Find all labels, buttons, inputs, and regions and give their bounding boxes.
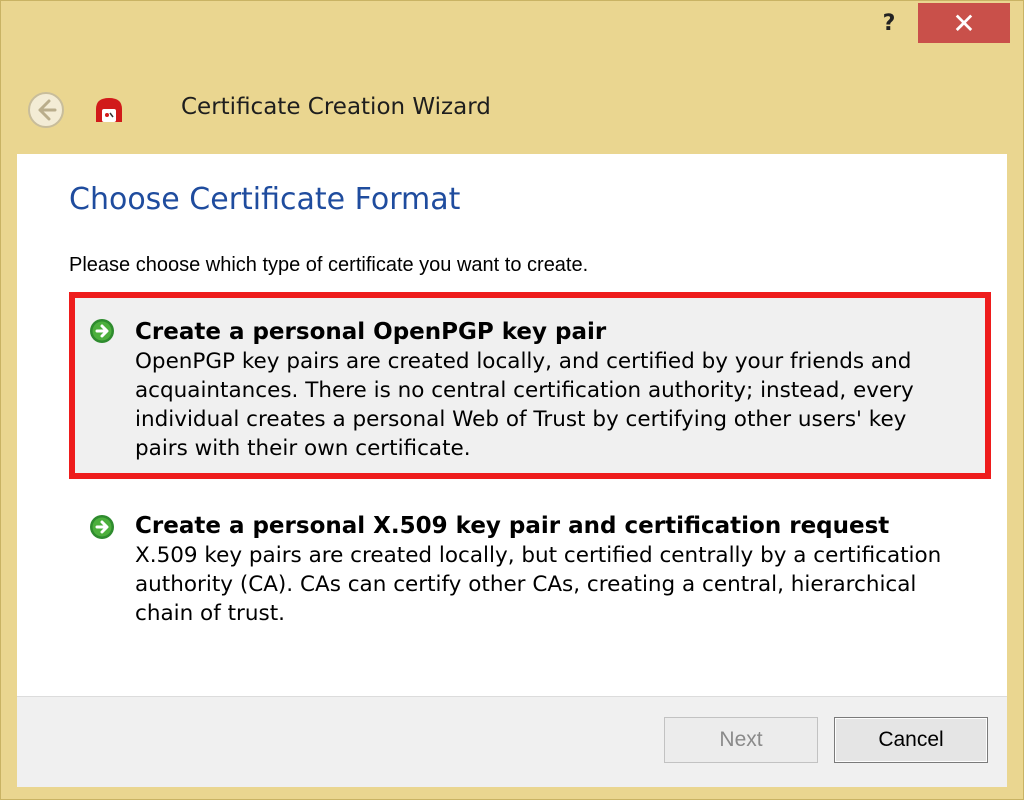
back-arrow-icon [28,92,64,128]
button-bar: Next Cancel [17,696,1007,787]
app-icon [93,95,125,127]
cancel-button[interactable]: Cancel [834,717,988,763]
option-title: Create a personal X.509 key pair and cer… [135,513,890,539]
help-icon: ? [882,10,896,36]
green-arrow-icon [90,319,114,343]
page-title: Choose Certificate Format [69,182,461,217]
wizard-title: Certificate Creation Wizard [181,94,491,120]
kleopatra-app-icon [96,98,122,122]
green-arrow-icon [90,515,114,539]
back-button[interactable] [27,91,65,129]
close-icon: ✕ [952,6,976,40]
option-openpgp[interactable]: Create a personal OpenPGP key pair OpenP… [69,292,991,479]
next-button[interactable]: Next [664,717,818,763]
close-button[interactable]: ✕ [918,3,1010,43]
wizard-window: ? ✕ Certificate Creation Wizard Choose C… [0,0,1024,800]
content-panel: Choose Certificate Format Please choose … [17,154,1007,696]
option-description: OpenPGP key pairs are created locally, a… [135,349,914,461]
option-x509[interactable]: Create a personal X.509 key pair and cer… [69,504,991,644]
option-description: X.509 key pairs are created locally, but… [135,543,942,626]
instruction-text: Please choose which type of certificate … [69,254,589,276]
option-title: Create a personal OpenPGP key pair [135,319,607,345]
help-button[interactable]: ? [867,3,911,43]
